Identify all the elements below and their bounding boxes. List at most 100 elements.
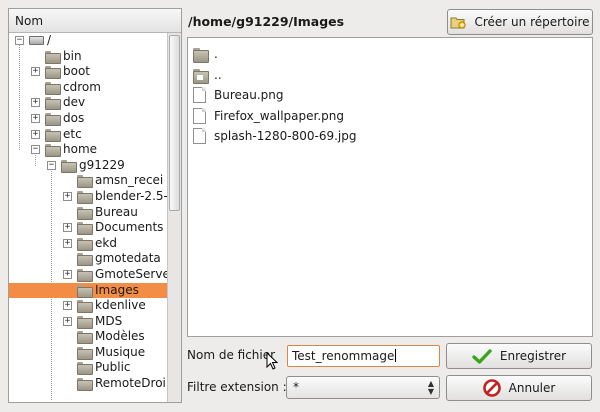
folder-icon <box>77 284 93 298</box>
folder-icon <box>45 128 61 142</box>
filter-value: * <box>293 380 299 394</box>
text-caret <box>395 349 397 362</box>
save-label: Enregistrer <box>499 349 567 363</box>
tree-item[interactable]: + GmoteServe <box>9 267 167 283</box>
cancel-icon <box>482 379 501 397</box>
file-icon <box>193 87 206 103</box>
tree-scrollbar[interactable] <box>167 33 181 402</box>
cancel-button[interactable]: Annuler <box>446 375 592 401</box>
tree-item[interactable]: Bureau <box>9 205 167 221</box>
folder-icon <box>77 206 93 220</box>
tree-item-label: home <box>63 142 98 157</box>
new-folder-icon <box>450 17 467 29</box>
folder-icon <box>77 190 93 204</box>
tree-column-header[interactable]: Nom <box>9 9 181 33</box>
filename-input[interactable]: Test_renommage <box>287 345 440 367</box>
tree-item[interactable]: Modèles <box>9 329 167 345</box>
tree-item-label: boot <box>63 64 91 79</box>
tree-item[interactable]: − g91229 <box>9 158 167 174</box>
file-list-item[interactable]: . <box>192 44 218 64</box>
folder-icon <box>77 222 93 236</box>
tree-item[interactable]: + blender-2.5- <box>9 189 167 205</box>
file-name: Firefox_wallpaper.png <box>214 108 345 123</box>
tree-item[interactable]: Public <box>9 360 167 376</box>
collapse-icon[interactable]: − <box>47 160 56 170</box>
expand-icon[interactable]: + <box>63 238 72 248</box>
tree-item-label: Documents <box>95 220 164 235</box>
tree-item-label: MDS <box>95 313 123 328</box>
expand-icon[interactable]: + <box>63 316 72 326</box>
collapse-icon[interactable]: − <box>31 145 40 155</box>
folder-icon <box>77 237 93 251</box>
tree-item[interactable]: amsn_recei <box>9 173 167 189</box>
extension-filter-select[interactable]: * ▲ ▼ <box>286 376 440 399</box>
create-folder-label: Créer un répertoire <box>474 15 590 29</box>
tree-scrollbar-thumb[interactable] <box>169 35 180 211</box>
save-button[interactable]: Enregistrer <box>446 343 592 369</box>
expand-icon[interactable]: + <box>63 191 72 201</box>
tree-item[interactable]: + kdenlive <box>9 298 167 314</box>
file-icon <box>193 107 206 124</box>
tree-body: − / bin + boot cdrom + dev + dos + etc − home − g91229 a… <box>9 33 167 402</box>
tree-item[interactable]: + MDS <box>9 314 167 330</box>
checkmark-icon <box>472 349 492 364</box>
folder-icon <box>77 175 93 189</box>
tree-item[interactable]: Musique <box>9 345 167 361</box>
file-name: . <box>214 47 218 61</box>
expand-icon[interactable]: + <box>31 113 40 123</box>
folder-icon <box>45 97 61 111</box>
tree-item[interactable]: − home <box>9 142 167 158</box>
home-folder-icon <box>192 67 209 84</box>
tree-item[interactable]: + dos <box>9 111 167 127</box>
tree-item-label: gmotedata <box>95 251 161 266</box>
expand-icon[interactable]: + <box>31 129 40 139</box>
tree-item-label: Modèles <box>95 329 145 344</box>
folder-icon <box>77 362 93 376</box>
tree-item-label: Images <box>95 282 139 297</box>
tree-item-label: dev <box>63 95 86 110</box>
folder-icon <box>77 378 93 392</box>
folder-icon <box>45 66 61 80</box>
tree-item[interactable]: RemoteDroi <box>9 376 167 392</box>
drive-icon <box>29 36 44 45</box>
folder-icon <box>77 315 93 329</box>
folder-icon <box>77 253 93 267</box>
tree-item[interactable]: + boot <box>9 64 167 80</box>
create-folder-button[interactable]: Créer un répertoire <box>447 9 593 35</box>
tree-item[interactable]: − / <box>9 33 167 49</box>
tree-item[interactable]: Images <box>9 282 167 299</box>
expand-icon[interactable]: + <box>63 223 72 233</box>
folder-icon <box>77 346 93 360</box>
tree-item[interactable]: cdrom <box>9 80 167 96</box>
tree-item[interactable]: + ekd <box>9 236 167 252</box>
tree-item-label: RemoteDroi <box>95 376 166 391</box>
file-name: splash-1280-800-69.jpg <box>214 129 357 143</box>
tree-item-label: / <box>47 33 52 47</box>
tree-item-label: GmoteServe <box>95 266 167 281</box>
tree-item[interactable]: + dev <box>9 95 167 111</box>
expand-icon[interactable]: + <box>31 67 40 77</box>
file-list-item[interactable]: Firefox_wallpaper.png <box>192 106 344 126</box>
directory-tree: Nom − / bin + boot cdrom + dev + dos + etc − home − g91… <box>8 8 182 403</box>
file-list-item[interactable]: .. <box>192 65 222 85</box>
file-list-item[interactable]: splash-1280-800-69.jpg <box>192 126 357 146</box>
collapse-icon[interactable]: − <box>15 36 24 45</box>
expand-icon[interactable]: + <box>63 301 72 311</box>
filename-value: Test_renommage <box>292 349 395 363</box>
expand-icon[interactable]: + <box>63 269 72 279</box>
tree-item[interactable]: + etc <box>9 127 167 143</box>
file-name: Bureau.png <box>214 88 284 102</box>
tree-item-label: Musique <box>95 344 146 359</box>
filename-label: Nom de fichier <box>187 348 276 362</box>
filter-label: Filtre extension : <box>187 380 287 394</box>
file-name: .. <box>214 67 222 82</box>
current-path-title: /home/g91229/Images <box>188 14 345 29</box>
tree-item[interactable]: + Documents <box>9 220 167 236</box>
expand-icon[interactable]: + <box>31 98 40 108</box>
house-icon <box>197 74 203 80</box>
folder-icon <box>77 268 93 282</box>
tree-item[interactable]: bin <box>9 49 167 65</box>
tree-item[interactable]: gmotedata <box>9 251 167 267</box>
file-list-item[interactable]: Bureau.png <box>192 85 284 105</box>
folder-icon <box>45 50 61 64</box>
